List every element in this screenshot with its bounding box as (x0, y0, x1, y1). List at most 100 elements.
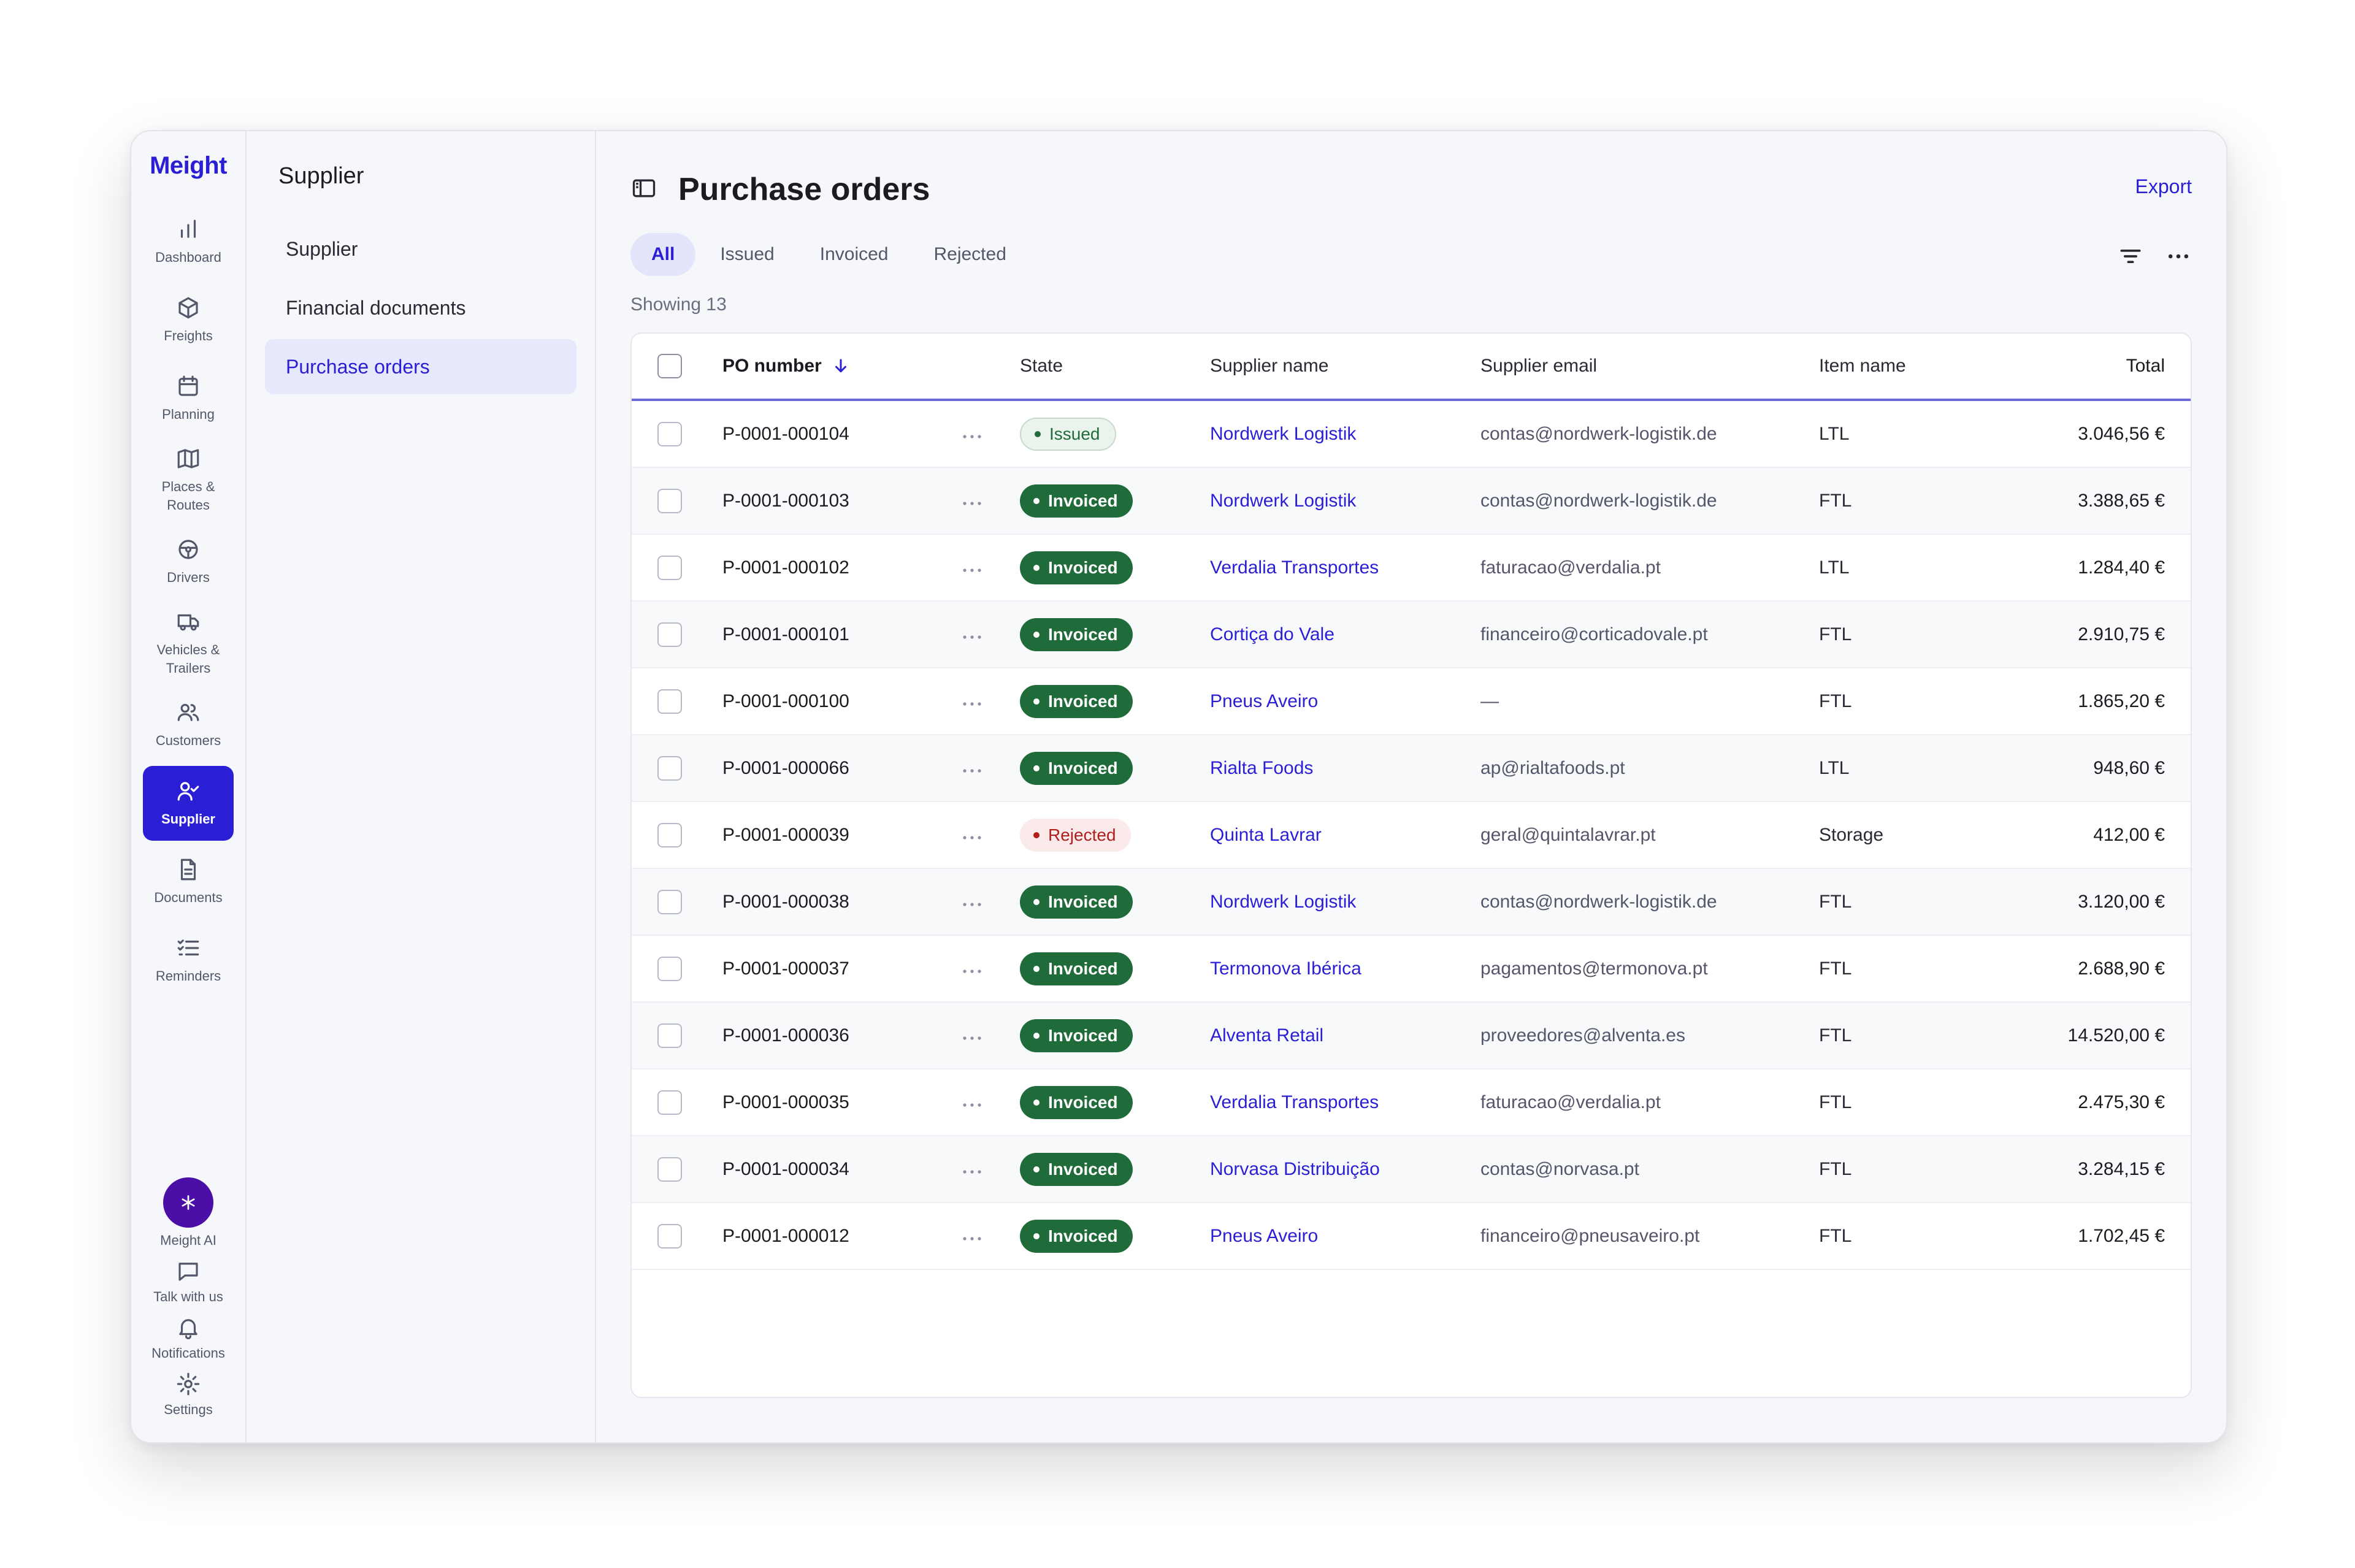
row-actions-button[interactable] (962, 868, 1020, 936)
supplier-name-link[interactable]: Nordwerk Logistik (1210, 400, 1480, 468)
table-row[interactable]: P-0001-000102 Invoiced Verdalia Transporte… (632, 534, 2191, 602)
sub-nav-item-supplier[interactable]: Supplier (265, 221, 576, 277)
meight-ai-button[interactable] (163, 1177, 213, 1228)
rail-item-reminders[interactable]: Reminders (143, 923, 234, 998)
header-state[interactable]: State (1020, 334, 1210, 401)
table-row[interactable]: P-0001-000103 Invoiced Nordwerk Logistik co… (632, 467, 2191, 535)
row-actions-button[interactable] (962, 801, 1020, 869)
rail-item-supplier[interactable]: Supplier (143, 766, 234, 841)
header-item-name[interactable]: Item name (1819, 334, 2052, 401)
po-number[interactable]: P-0001-000035 (722, 1069, 962, 1136)
table-row[interactable]: P-0001-000035 Invoiced Verdalia Transporte… (632, 1069, 2191, 1136)
row-actions-button[interactable] (962, 935, 1020, 1003)
supplier-name-link[interactable]: Verdalia Transportes (1210, 1069, 1480, 1136)
po-number[interactable]: P-0001-000037 (722, 935, 962, 1003)
supplier-name-link[interactable]: Pneus Aveiro (1210, 668, 1480, 735)
tab-all[interactable]: All (630, 233, 696, 276)
row-actions-button[interactable] (962, 1203, 1020, 1270)
table-row[interactable]: P-0001-000100 Invoiced Pneus Aveiro — FTL 1.8… (632, 668, 2191, 735)
supplier-name-link[interactable]: Nordwerk Logistik (1210, 868, 1480, 936)
rail-item-planning[interactable]: Planning (143, 361, 234, 436)
supplier-name-link[interactable]: Nordwerk Logistik (1210, 467, 1480, 535)
supplier-name-link[interactable]: Verdalia Transportes (1210, 534, 1480, 602)
select-all-checkbox[interactable] (657, 354, 682, 378)
row-checkbox[interactable] (657, 1023, 682, 1048)
row-checkbox[interactable] (657, 488, 682, 513)
export-button[interactable]: Export (2135, 175, 2192, 198)
po-number[interactable]: P-0001-000104 (722, 400, 962, 468)
row-actions-button[interactable] (962, 735, 1020, 802)
tab-invoiced[interactable]: Invoiced (799, 233, 909, 276)
row-checkbox[interactable] (657, 1090, 682, 1115)
row-actions-button[interactable] (962, 467, 1020, 535)
tab-issued[interactable]: Issued (699, 233, 795, 276)
supplier-name-link[interactable]: Termonova Ibérica (1210, 935, 1480, 1003)
row-actions-button[interactable] (962, 1136, 1020, 1203)
row-checkbox[interactable] (657, 889, 682, 914)
rail-item-freights[interactable]: Freights (143, 283, 234, 358)
header-supplier-email[interactable]: Supplier email (1480, 334, 1819, 401)
row-checkbox[interactable] (657, 1223, 682, 1249)
header-po-number[interactable]: PO number (722, 334, 962, 401)
rail-item-settings[interactable]: Settings (164, 1371, 213, 1418)
row-checkbox[interactable] (657, 956, 682, 981)
row-checkbox[interactable] (657, 1157, 682, 1182)
po-number[interactable]: P-0001-000034 (722, 1136, 962, 1203)
rail-item-documents[interactable]: Documents (143, 844, 234, 919)
row-checkbox[interactable] (657, 755, 682, 781)
rail-item-dashboard[interactable]: Dashboard (143, 204, 234, 279)
supplier-name-link[interactable]: Rialta Foods (1210, 735, 1480, 802)
po-number[interactable]: P-0001-000102 (722, 534, 962, 602)
table-row[interactable]: P-0001-000104 Issued Nordwerk Logistik cont… (632, 400, 2191, 468)
row-checkbox[interactable] (657, 689, 682, 714)
po-number[interactable]: P-0001-000012 (722, 1203, 962, 1270)
row-actions-button[interactable] (962, 1002, 1020, 1069)
rail-item-vehicles-trailers[interactable]: Vehicles & Trailers (143, 603, 234, 684)
table-row[interactable]: P-0001-000034 Invoiced Norvasa Distribuiçã… (632, 1136, 2191, 1203)
row-actions-button[interactable] (962, 1069, 1020, 1136)
table-row[interactable]: P-0001-000039 Rejected Quinta Lavrar geral@… (632, 801, 2191, 869)
sub-nav-item-purchase-orders[interactable]: Purchase orders (265, 339, 576, 394)
po-number[interactable]: P-0001-000066 (722, 735, 962, 802)
brand-logo[interactable]: Meight (150, 152, 227, 180)
table-row[interactable]: P-0001-000066 Invoiced Rialta Foods ap@rial… (632, 735, 2191, 802)
toggle-sidebar-button[interactable] (630, 175, 657, 205)
table-row[interactable]: P-0001-000012 Invoiced Pneus Aveiro finance… (632, 1203, 2191, 1270)
row-checkbox[interactable] (657, 822, 682, 847)
sub-nav-item-financial-documents[interactable]: Financial documents (265, 280, 576, 335)
po-number[interactable]: P-0001-000039 (722, 801, 962, 869)
po-number[interactable]: P-0001-000101 (722, 601, 962, 668)
table-row[interactable]: P-0001-000036 Invoiced Alventa Retail prove… (632, 1002, 2191, 1069)
supplier-name-link[interactable]: Norvasa Distribuição (1210, 1136, 1480, 1203)
po-number[interactable]: P-0001-000100 (722, 668, 962, 735)
row-checkbox[interactable] (657, 421, 682, 446)
rail-item-drivers[interactable]: Drivers (143, 524, 234, 599)
row-actions-button[interactable] (962, 668, 1020, 735)
table-row[interactable]: P-0001-000037 Invoiced Termonova Ibérica pa… (632, 935, 2191, 1003)
row-checkbox[interactable] (657, 622, 682, 647)
po-number[interactable]: P-0001-000103 (722, 467, 962, 535)
row-actions-button[interactable] (962, 400, 1020, 468)
more-options-icon[interactable] (2165, 243, 2192, 270)
rail-item-meight-ai[interactable]: Meight AI (160, 1177, 216, 1249)
rail-item-notifications[interactable]: Notifications (151, 1315, 225, 1361)
po-number[interactable]: P-0001-000036 (722, 1002, 962, 1069)
row-actions-button[interactable] (962, 601, 1020, 668)
supplier-name-link[interactable]: Pneus Aveiro (1210, 1203, 1480, 1270)
tab-rejected[interactable]: Rejected (913, 233, 1027, 276)
item-name: FTL (1819, 935, 2052, 1003)
rail-item-places-routes[interactable]: Places & Routes (143, 440, 234, 521)
supplier-name-link[interactable]: Alventa Retail (1210, 1002, 1480, 1069)
supplier-name-link[interactable]: Quinta Lavrar (1210, 801, 1480, 869)
row-checkbox[interactable] (657, 555, 682, 580)
rail-item-customers[interactable]: Customers (143, 687, 234, 762)
po-number[interactable]: P-0001-000038 (722, 868, 962, 936)
row-actions-button[interactable] (962, 534, 1020, 602)
supplier-name-link[interactable]: Cortiça do Vale (1210, 601, 1480, 668)
table-row[interactable]: P-0001-000038 Invoiced Nordwerk Logistik co… (632, 868, 2191, 936)
header-supplier-name[interactable]: Supplier name (1210, 334, 1480, 401)
rail-item-talk-with-us[interactable]: Talk with us (153, 1258, 223, 1305)
table-row[interactable]: P-0001-000101 Invoiced Cortiça do Vale fina… (632, 601, 2191, 668)
filter-icon[interactable] (2117, 243, 2144, 270)
header-total[interactable]: Total (2052, 334, 2191, 401)
